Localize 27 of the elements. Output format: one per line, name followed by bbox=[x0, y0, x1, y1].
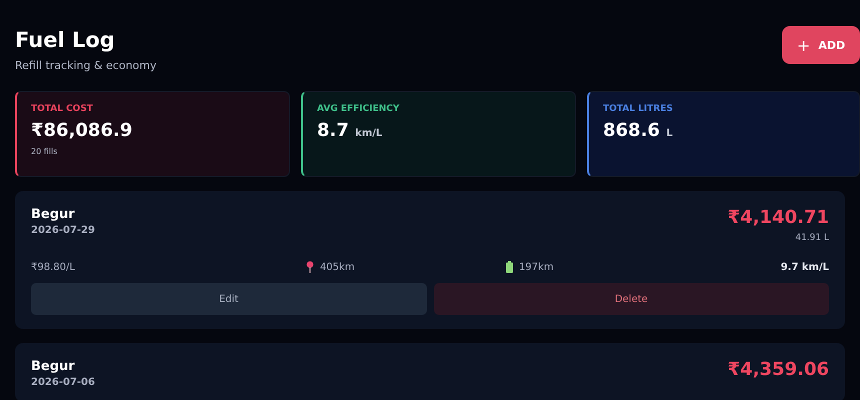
stat-label: TOTAL LITRES bbox=[603, 104, 674, 114]
stat-note: 20 fills bbox=[31, 147, 58, 156]
stat-label: TOTAL COST bbox=[31, 104, 94, 114]
battery-icon bbox=[506, 261, 513, 273]
refill-date: 2026-07-29 bbox=[31, 225, 95, 236]
price-per-litre: ₹98.80/L bbox=[31, 261, 76, 273]
station-name: Begur bbox=[31, 207, 76, 222]
stat-value: 868.6 bbox=[603, 120, 660, 141]
edit-button[interactable]: Edit bbox=[31, 283, 426, 315]
page-title: Fuel Log bbox=[15, 27, 116, 54]
stat-unit: km/L bbox=[355, 128, 382, 139]
refill-cost: ₹4,140.71 bbox=[728, 207, 829, 228]
refill-efficiency: 9.7 km/L bbox=[780, 261, 829, 273]
delete-button[interactable]: Delete bbox=[434, 283, 829, 315]
refill-cost: ₹4,359.06 bbox=[728, 359, 829, 380]
odometer-distance: 405km bbox=[320, 262, 355, 272]
stat-label: AVG EFFICIENCY bbox=[317, 104, 400, 114]
trip-distance: 197km bbox=[518, 262, 554, 272]
station-name: Begur bbox=[31, 359, 76, 374]
stat-unit: L bbox=[666, 128, 673, 139]
refill-litres: 41.91 L bbox=[794, 233, 829, 243]
refill-date: 2026-07-06 bbox=[31, 377, 95, 388]
stat-value: 8.7 bbox=[317, 120, 349, 141]
page-subtitle: Refill tracking & economy bbox=[15, 59, 157, 72]
stat-value: ₹86,086.9 bbox=[31, 120, 132, 141]
pin-icon bbox=[306, 261, 314, 273]
add-button[interactable]: + ADD bbox=[782, 26, 860, 64]
